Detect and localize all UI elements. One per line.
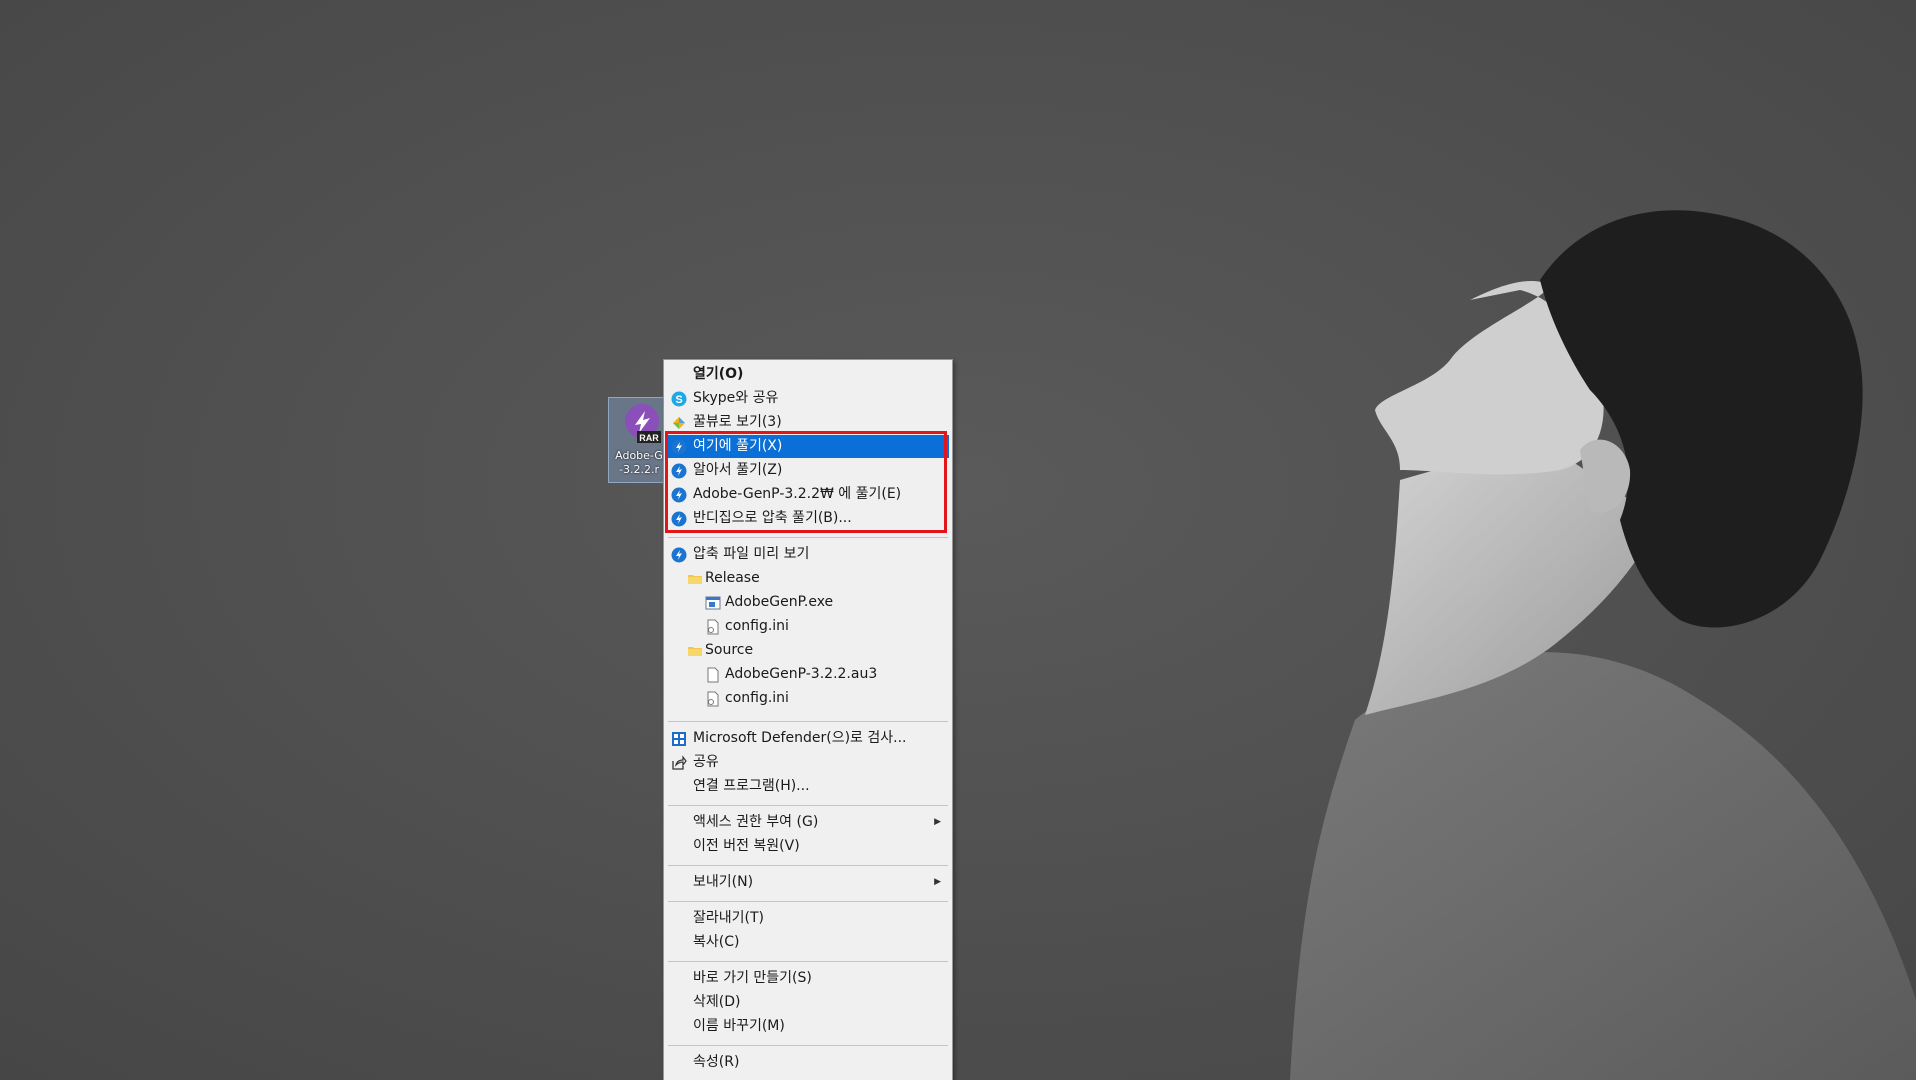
exe-icon <box>705 596 721 610</box>
menu-item-archive-preview[interactable]: 압축 파일 미리 보기 <box>667 543 949 566</box>
desktop-file-icon[interactable]: RAR Adobe-G -3.2.2.r <box>608 397 670 483</box>
menu-item-open-with[interactable]: 연결 프로그램(H)... <box>667 775 949 798</box>
menu-separator <box>668 901 948 902</box>
skype-icon: S <box>671 391 687 407</box>
ini-file-icon <box>707 619 719 635</box>
file-icon <box>707 667 719 683</box>
folder-icon <box>688 647 702 656</box>
submenu-arrow-icon: ▶ <box>934 817 941 827</box>
menu-item-preview-folder-source[interactable]: Source <box>667 639 949 662</box>
honeyview-icon <box>673 417 685 429</box>
menu-separator <box>668 537 948 538</box>
ini-file-icon <box>707 691 719 707</box>
menu-separator <box>668 865 948 866</box>
annotation-highlight-box <box>665 431 947 533</box>
menu-item-share[interactable]: 공유 <box>667 751 949 774</box>
defender-icon <box>672 732 686 746</box>
menu-item-restore-previous[interactable]: 이전 버전 복원(V) <box>667 835 949 858</box>
menu-separator <box>668 805 948 806</box>
menu-item-copy[interactable]: 복사(C) <box>667 931 949 954</box>
menu-item-delete[interactable]: 삭제(D) <box>667 991 949 1014</box>
submenu-arrow-icon: ▶ <box>934 877 941 887</box>
desktop-file-label: Adobe-G -3.2.2.r <box>615 449 663 476</box>
menu-item-preview-file[interactable]: AdobeGenP.exe <box>667 591 949 614</box>
share-icon <box>672 755 687 770</box>
menu-item-skype-share[interactable]: S Skype와 공유 <box>667 387 949 410</box>
wallpaper-image <box>0 0 1916 1080</box>
menu-item-defender-scan[interactable]: Microsoft Defender(으)로 검사... <box>667 727 949 750</box>
svg-text:RAR: RAR <box>639 433 659 443</box>
desktop: RAR Adobe-G -3.2.2.r 열기(O) S Skype와 공유 꿀… <box>0 0 1916 1080</box>
menu-separator <box>668 1045 948 1046</box>
menu-item-rename[interactable]: 이름 바꾸기(M) <box>667 1015 949 1038</box>
svg-text:S: S <box>675 394 682 406</box>
menu-item-preview-file[interactable]: config.ini <box>667 615 949 638</box>
menu-item-preview-file[interactable]: config.ini <box>667 687 949 710</box>
bandizip-rar-icon: RAR <box>625 404 661 443</box>
menu-item-preview-folder-release[interactable]: Release <box>667 567 949 590</box>
context-menu: 열기(O) S Skype와 공유 꿀뷰로 보기(3) 여기에 풀기(X) 알아… <box>663 359 953 1080</box>
menu-item-open[interactable]: 열기(O) <box>667 363 949 386</box>
menu-separator <box>668 721 948 722</box>
folder-icon <box>688 575 702 584</box>
menu-item-send-to[interactable]: 보내기(N) ▶ <box>667 871 949 894</box>
menu-item-properties[interactable]: 속성(R) <box>667 1051 949 1074</box>
bandizip-icon <box>671 547 687 563</box>
menu-item-give-access[interactable]: 액세스 권한 부여 (G) ▶ <box>667 811 949 834</box>
menu-item-create-shortcut[interactable]: 바로 가기 만들기(S) <box>667 967 949 990</box>
menu-item-preview-file[interactable]: AdobeGenP-3.2.2.au3 <box>667 663 949 686</box>
menu-item-cut[interactable]: 잘라내기(T) <box>667 907 949 930</box>
menu-separator <box>668 961 948 962</box>
